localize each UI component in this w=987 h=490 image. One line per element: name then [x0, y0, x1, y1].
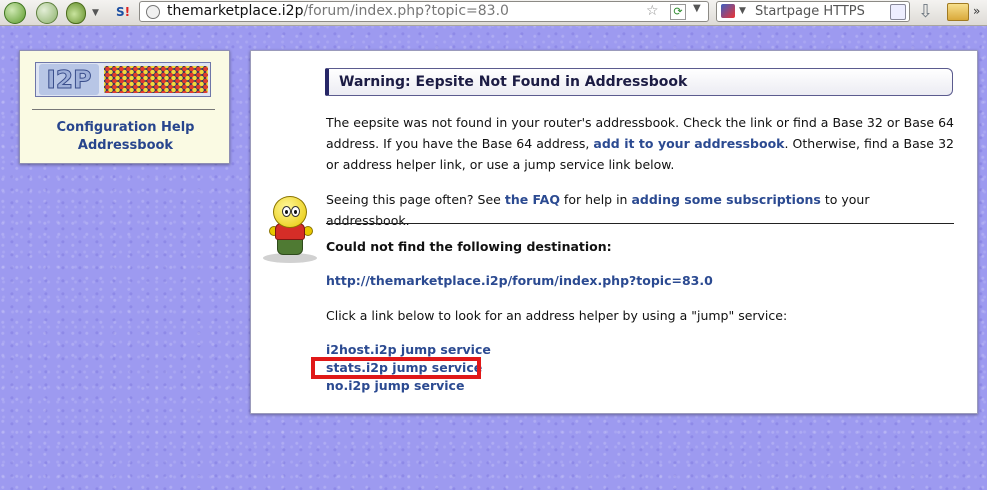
add-to-addressbook-link[interactable]: add it to your addressbook — [593, 136, 784, 151]
url-bar[interactable]: themarketplace.i2p/forum/index.php?topic… — [139, 1, 709, 22]
page-title: Warning: Eepsite Not Found in Addressboo… — [325, 68, 953, 96]
subscriptions-link[interactable]: adding some subscriptions — [631, 192, 820, 207]
onion-icon[interactable] — [66, 2, 86, 24]
chevron-down-icon[interactable]: ▼ — [739, 6, 746, 16]
main-content-panel: Warning: Eepsite Not Found in Addressboo… — [250, 50, 978, 414]
sidebar-panel: I2P Configuration Help Addressbook — [19, 50, 230, 164]
browser-toolbar: ▼ S! themarketplace.i2p/forum/index.php?… — [0, 0, 987, 26]
url-text[interactable]: themarketplace.i2p/forum/index.php?topic… — [167, 3, 509, 19]
url-dropdown-icon[interactable]: ▼ — [693, 3, 701, 14]
download-icon[interactable]: ⇩ — [918, 2, 933, 22]
jump-link-no[interactable]: no.i2p jump service — [326, 378, 464, 393]
back-button-icon[interactable] — [4, 2, 26, 24]
sidebar-divider — [32, 109, 215, 110]
search-engine-icon[interactable] — [721, 4, 735, 18]
jump-link-i2host[interactable]: i2host.i2p jump service — [326, 342, 491, 357]
overflow-icon[interactable]: » — [973, 4, 980, 18]
search-go-icon[interactable] — [890, 4, 906, 20]
faq-link[interactable]: the FAQ — [505, 192, 560, 207]
search-bar[interactable]: ▼ Startpage HTTPS — [716, 1, 910, 22]
bookmark-star-icon[interactable]: ☆ — [646, 3, 659, 19]
highlight-box — [311, 357, 481, 379]
chevron-down-icon[interactable]: ▼ — [92, 8, 99, 18]
i2p-logo[interactable]: I2P — [35, 62, 211, 97]
i2p-logo-text: I2P — [39, 64, 99, 95]
globe-icon — [146, 5, 160, 19]
divider — [326, 223, 954, 224]
noscript-icon[interactable]: S! — [116, 5, 130, 19]
folder-icon[interactable] — [947, 3, 969, 21]
jump-instructions: Click a link below to look for an addres… — [326, 308, 788, 323]
destination-url-link[interactable]: http://themarketplace.i2p/forum/index.ph… — [326, 273, 713, 288]
forward-button-icon[interactable] — [36, 2, 58, 24]
reload-icon[interactable]: ⟳ — [670, 4, 686, 20]
search-input[interactable]: Startpage HTTPS — [755, 4, 865, 19]
mascot-icon — [263, 196, 317, 266]
not-found-label: Could not find the following destination… — [326, 239, 612, 254]
configuration-help-link[interactable]: Configuration Help Addressbook — [20, 119, 231, 155]
router-status-lights — [104, 66, 208, 93]
faq-paragraph: Seeing this page often? See the FAQ for … — [326, 192, 870, 228]
info-paragraph: The eepsite was not found in your router… — [326, 115, 954, 172]
